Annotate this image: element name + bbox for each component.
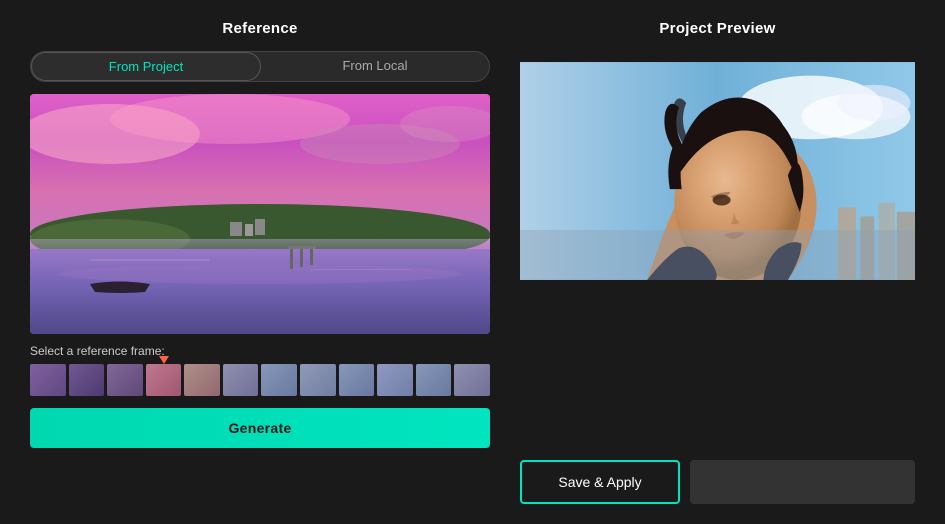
tab-bar: From Project From Local <box>30 51 490 82</box>
filmstrip-thumb-4-wrap[interactable] <box>146 364 182 396</box>
generate-button[interactable]: Generate <box>30 408 490 448</box>
filmstrip-marker <box>159 356 169 364</box>
filmstrip-thumb-4[interactable] <box>146 364 182 396</box>
project-preview-title: Project Preview <box>659 20 775 37</box>
filmstrip-thumb-10[interactable] <box>377 364 413 396</box>
reference-title: Reference <box>222 20 297 37</box>
reference-image <box>30 94 490 334</box>
preview-image-container <box>520 51 915 291</box>
filmstrip-thumb-5[interactable] <box>184 364 220 396</box>
preview-image <box>520 51 915 291</box>
select-frame-label: Select a reference frame: <box>30 344 165 358</box>
filmstrip-thumb-9[interactable] <box>339 364 375 396</box>
tab-from-local[interactable]: From Local <box>261 52 489 81</box>
filmstrip-thumb-2[interactable] <box>69 364 105 396</box>
filmstrip-thumb-8[interactable] <box>300 364 336 396</box>
filmstrip-thumb-6[interactable] <box>223 364 259 396</box>
extra-space <box>690 460 915 504</box>
preview-image-svg <box>520 51 915 291</box>
filmstrip-thumb-7[interactable] <box>261 364 297 396</box>
save-apply-button[interactable]: Save & Apply <box>520 460 680 504</box>
right-actions: Save & Apply <box>520 460 915 504</box>
filmstrip-thumb-12[interactable] <box>454 364 490 396</box>
right-panel: Project Preview <box>520 20 915 504</box>
filmstrip-thumb-3[interactable] <box>107 364 143 396</box>
filmstrip-thumb-11[interactable] <box>416 364 452 396</box>
tab-from-project[interactable]: From Project <box>31 52 261 81</box>
reference-image-container <box>30 94 490 334</box>
filmstrip-thumb-1[interactable] <box>30 364 66 396</box>
main-container: Reference From Project From Local <box>0 0 945 524</box>
filmstrip <box>30 364 490 396</box>
left-panel: Reference From Project From Local <box>30 20 490 504</box>
reference-image-svg <box>30 94 490 334</box>
